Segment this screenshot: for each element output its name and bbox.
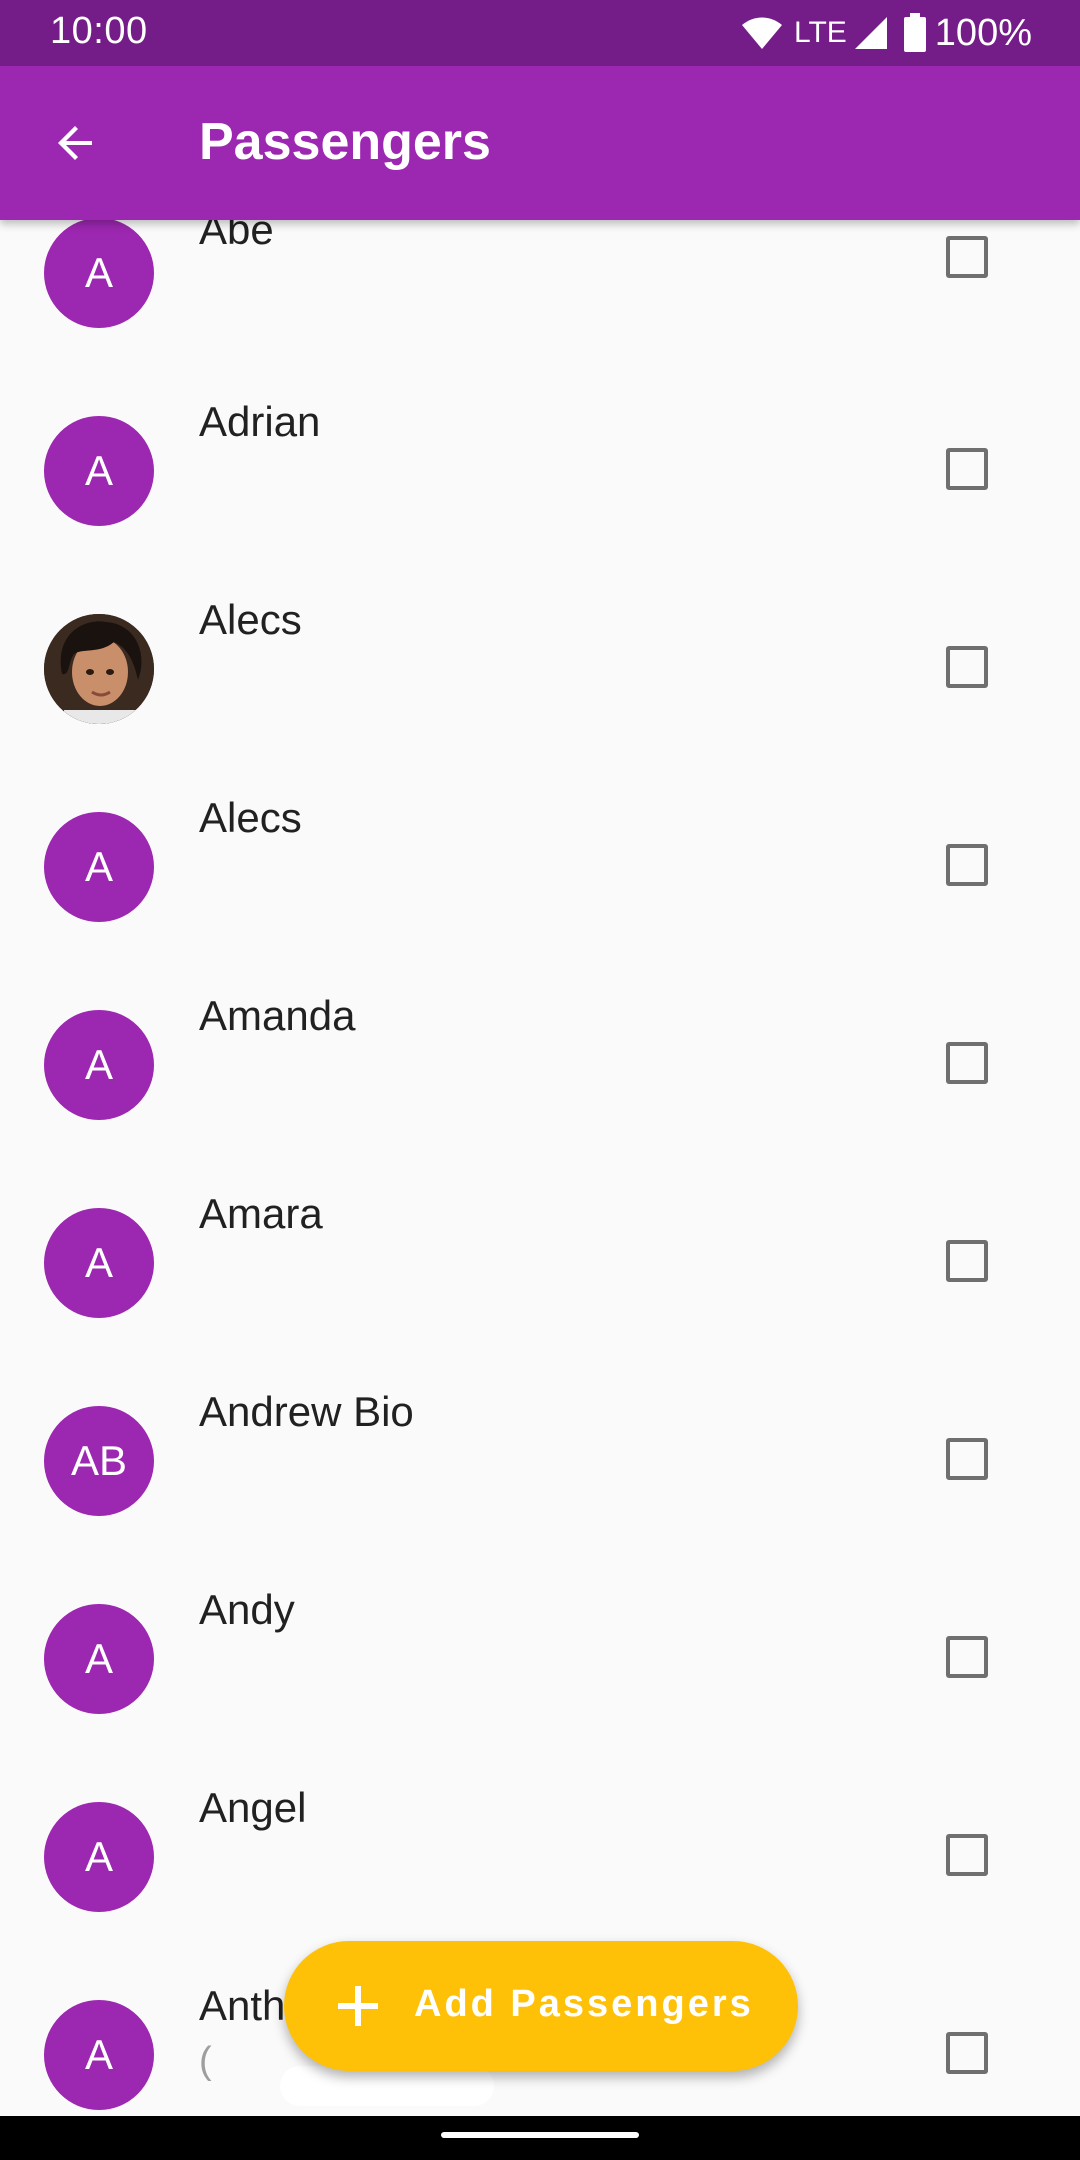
contact-name: Amanda [199, 992, 356, 1039]
list-item[interactable]: AB Andrew Bio [0, 1346, 1080, 1544]
passenger-checkbox[interactable] [946, 1438, 988, 1480]
passenger-checkbox[interactable] [946, 2032, 988, 2074]
passenger-checkbox[interactable] [946, 448, 988, 490]
network-type: LTE [794, 16, 847, 49]
status-time: 10:00 [50, 10, 148, 52]
contact-name: Anth [199, 1982, 286, 2029]
contact-name: Angel [199, 1784, 307, 1831]
contact-name: Alecs [199, 794, 302, 841]
passenger-checkbox[interactable] [946, 1240, 988, 1282]
status-bar: 10:00 LTE 100% [0, 0, 1080, 66]
avatar: A [44, 2000, 154, 2110]
contact-detail: ( [199, 2040, 212, 2082]
avatar: A [44, 218, 154, 328]
back-button[interactable] [40, 107, 112, 179]
passenger-list[interactable]: A Abe A Adrian Alecs A Alecs A Amanda A … [0, 0, 1080, 2160]
contact-name: Alecs [199, 596, 302, 643]
passenger-checkbox[interactable] [946, 1834, 988, 1876]
avatar: A [44, 1010, 154, 1120]
system-nav-bar [0, 2116, 1080, 2160]
home-gesture-handle[interactable] [441, 2132, 639, 2138]
add-passengers-button[interactable]: Add Passengers [284, 1941, 798, 2071]
battery-icon [903, 13, 926, 52]
list-item[interactable]: Alecs [0, 554, 1080, 752]
list-item[interactable]: A Adrian [0, 356, 1080, 554]
avatar: A [44, 416, 154, 526]
status-icons: LTE 100% [740, 8, 1032, 58]
contact-name: Adrian [199, 398, 321, 445]
add-passengers-label: Add Passengers [414, 1983, 754, 2025]
profile-photo-icon [44, 614, 154, 724]
list-item[interactable]: A Amanda [0, 950, 1080, 1148]
plus-icon [338, 1986, 378, 2026]
passenger-checkbox[interactable] [946, 844, 988, 886]
wifi-icon [742, 17, 782, 49]
app-bar: Passengers [0, 66, 1080, 220]
signal-icon [854, 17, 887, 49]
contact-name: Andrew Bio [199, 1388, 414, 1435]
list-item[interactable]: A Andy [0, 1544, 1080, 1742]
avatar: AB [44, 1406, 154, 1516]
contact-name: Andy [199, 1586, 295, 1633]
passenger-checkbox[interactable] [946, 1636, 988, 1678]
redaction-blob [280, 2066, 494, 2106]
avatar: A [44, 812, 154, 922]
passenger-checkbox[interactable] [946, 1042, 988, 1084]
contact-name: Amara [199, 1190, 323, 1237]
avatar-photo [44, 614, 154, 724]
passenger-checkbox[interactable] [946, 236, 988, 278]
screen: A Abe A Adrian Alecs A Alecs A Amanda A … [0, 0, 1080, 2160]
avatar: A [44, 1802, 154, 1912]
battery-level: 100% [934, 11, 1032, 54]
passenger-checkbox[interactable] [946, 646, 988, 688]
list-item[interactable]: A Amara [0, 1148, 1080, 1346]
list-item[interactable]: A Angel [0, 1742, 1080, 1940]
arrow-back-icon [58, 126, 92, 160]
avatar: A [44, 1208, 154, 1318]
page-title: Passengers [199, 113, 491, 171]
avatar: A [44, 1604, 154, 1714]
list-item[interactable]: A Alecs [0, 752, 1080, 950]
